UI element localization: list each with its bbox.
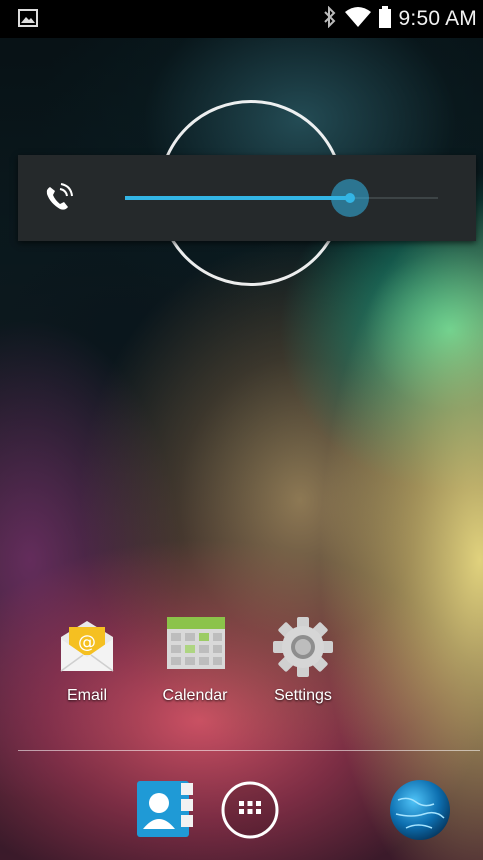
app-label: Email: [66, 687, 107, 704]
in-call-volume-icon[interactable]: [44, 183, 74, 218]
status-bar: 9:50 AM: [0, 0, 483, 38]
svg-text:@: @: [78, 632, 96, 653]
app-calendar[interactable]: Calendar: [140, 615, 250, 705]
dock-divider: [18, 750, 480, 751]
wifi-icon: [344, 6, 371, 33]
contacts-icon[interactable]: [135, 777, 195, 844]
picture-icon: [18, 9, 38, 32]
volume-slider-thumb[interactable]: [331, 179, 370, 217]
app-label: Settings: [274, 687, 332, 704]
bluetooth-icon: [323, 5, 337, 33]
settings-gear-icon: [271, 615, 335, 679]
volume-dialog: [18, 155, 476, 241]
all-apps-icon[interactable]: [220, 780, 280, 845]
battery-icon: [378, 5, 391, 33]
app-email[interactable]: @ Email: [32, 615, 142, 705]
volume-slider-fill: [125, 196, 351, 200]
browser-globe-icon[interactable]: [388, 778, 452, 847]
app-label: Calendar: [162, 687, 228, 704]
calendar-icon: [163, 615, 227, 679]
email-icon: @: [55, 615, 119, 679]
clock-time: 9:50 AM: [398, 7, 477, 30]
app-settings[interactable]: Settings: [248, 615, 358, 705]
